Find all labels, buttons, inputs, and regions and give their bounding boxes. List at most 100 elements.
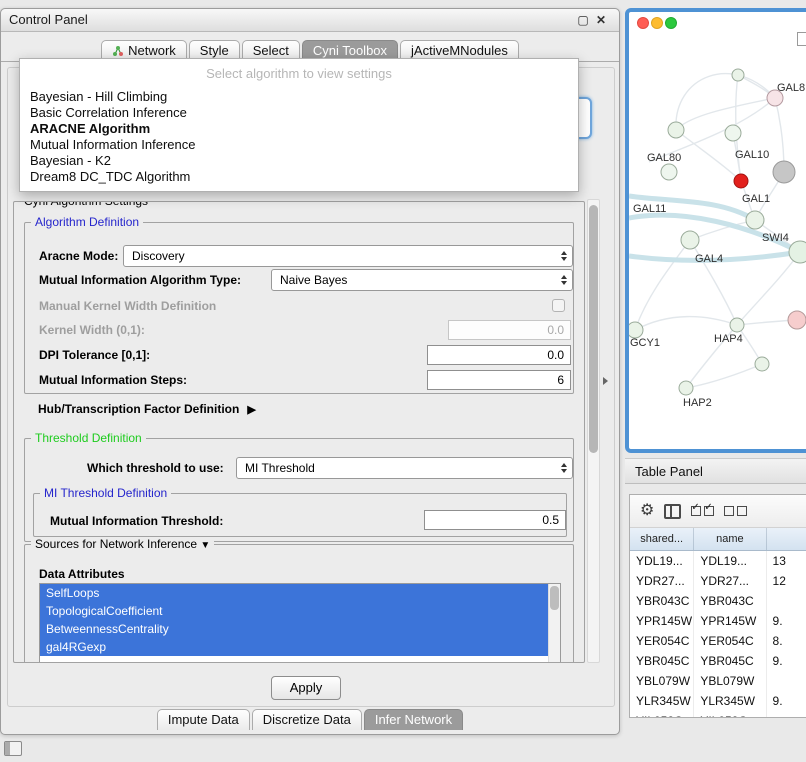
menu-item-basic-correlation[interactable]: Basic Correlation Inference (20, 105, 578, 121)
network-node[interactable] (679, 381, 693, 395)
network-node[interactable] (732, 69, 744, 81)
kernel-width-field[interactable]: 0.0 (448, 320, 571, 340)
column-header-cut[interactable] (767, 528, 806, 550)
close-icon[interactable]: ✕ (593, 12, 609, 28)
apply-button[interactable]: Apply (271, 676, 341, 700)
network-node[interactable] (789, 241, 806, 263)
node-label: GAL80 (647, 152, 681, 164)
mi-threshold-field[interactable]: 0.5 (424, 510, 566, 530)
control-panel-titlebar[interactable]: Control Panel ▢ ✕ (1, 9, 619, 32)
table-row[interactable]: YBL079WYBL079W (630, 671, 806, 691)
tab-infer-network[interactable]: Infer Network (364, 709, 463, 730)
settings-scrollbar[interactable] (587, 199, 600, 663)
dpi-tolerance-field[interactable]: 0.0 (427, 345, 571, 365)
network-node[interactable] (773, 161, 795, 183)
table-cell: YER054C (630, 631, 694, 651)
cyni-algorithm-settings-group: Cyni Algorithm Settings Algorithm Defini… (13, 201, 585, 663)
column-header-shared-name[interactable]: shared... (630, 528, 694, 550)
table-cell: YPR145W (694, 611, 766, 631)
collapse-down-icon[interactable]: ▼ (200, 540, 210, 551)
table-cell: YIL052C (694, 711, 766, 718)
dropdown-prompt: Select algorithm to view settings (20, 63, 578, 89)
gear-icon[interactable]: ⚙ (640, 503, 654, 519)
selected-value: Naive Bayes (280, 273, 347, 287)
menu-item-bayesian-k2[interactable]: Bayesian - K2 (20, 153, 578, 169)
sources-collapser[interactable]: Sources for Network Inference ▼ (31, 537, 214, 551)
node-label: GAL11 (633, 203, 666, 215)
network-node[interactable] (746, 211, 764, 229)
menu-item-mutual-information[interactable]: Mutual Information Inference (20, 137, 578, 153)
network-node[interactable] (661, 164, 677, 180)
table-cell: YIL052C (630, 711, 694, 718)
network-node[interactable] (629, 322, 643, 338)
minimized-panel-icon[interactable] (4, 741, 22, 756)
tab-impute-data[interactable]: Impute Data (157, 709, 250, 730)
float-window-icon[interactable]: ▢ (575, 12, 591, 28)
minimize-traffic-light[interactable] (651, 17, 663, 29)
network-node[interactable] (681, 231, 699, 249)
table-header-row: shared... name (630, 528, 806, 551)
tab-label: Discretize Data (263, 710, 351, 730)
list-scrollbar-thumb[interactable] (550, 586, 559, 610)
settings-scrollbar-thumb[interactable] (589, 205, 598, 453)
list-item-betweennesscentrality[interactable]: BetweennessCentrality (40, 620, 548, 638)
aracne-mode-label: Aracne Mode: (39, 249, 118, 263)
network-node[interactable] (668, 122, 684, 138)
tab-discretize-data[interactable]: Discretize Data (252, 709, 362, 730)
network-view-window[interactable]: GAL8GAL80GAL10GAL11GAL1SWI4GAL4GCY1HAP4H… (625, 8, 806, 453)
panel-splitter-arrow[interactable] (603, 377, 608, 385)
table-row[interactable]: YBR045CYBR045C9. (630, 651, 806, 671)
expand-right-icon[interactable]: ▶ (247, 404, 255, 416)
birdseye-box[interactable] (797, 32, 806, 46)
data-attributes-list[interactable]: SelfLoops TopologicalCoefficient Between… (39, 583, 561, 663)
list-item-topologicalcoefficient[interactable]: TopologicalCoefficient (40, 602, 548, 620)
table-row[interactable]: YIL052CYIL052C (630, 711, 806, 718)
which-threshold-select[interactable]: MI Threshold (236, 457, 573, 479)
menu-item-dream8[interactable]: Dream8 DC_TDC Algorithm (20, 169, 578, 185)
node-label: GCY1 (630, 337, 660, 349)
mi-threshold-label: Mutual Information Threshold: (50, 514, 223, 528)
mi-algorithm-type-select[interactable]: Naive Bayes (271, 269, 573, 291)
table-cell: 9. (767, 651, 806, 671)
network-node[interactable] (788, 311, 806, 329)
table-row[interactable]: YLR345WYLR345W9. (630, 691, 806, 711)
node-label: GAL1 (742, 193, 770, 205)
table-cell (767, 591, 806, 611)
column-header-name[interactable]: name (694, 528, 766, 550)
selected-value: Discovery (132, 249, 185, 263)
table-row[interactable]: YBR043CYBR043C (630, 591, 806, 611)
mi-steps-label: Mutual Information Steps: (39, 373, 187, 387)
deselect-all-checkboxes-icon[interactable] (724, 506, 747, 516)
network-node[interactable] (730, 318, 744, 332)
group-title: MI Threshold Definition (40, 486, 171, 500)
aracne-mode-select[interactable]: Discovery (123, 245, 573, 267)
hub-definition-expander[interactable]: Hub/Transcription Factor Definition▶ (38, 402, 256, 416)
table-cell: YLR345W (630, 691, 694, 711)
control-panel-window: Control Panel ▢ ✕ Network Style Select C… (0, 8, 620, 735)
select-all-checkboxes-icon[interactable] (691, 506, 714, 516)
manual-kernel-width-checkbox[interactable] (552, 299, 565, 312)
bottom-tabs: Impute Data Discretize Data Infer Networ… (1, 709, 619, 730)
network-graph[interactable]: GAL8GAL80GAL10GAL11GAL1SWI4GAL4GCY1HAP4H… (629, 12, 806, 441)
list-item-selfloops[interactable]: SelfLoops (40, 584, 548, 602)
mi-threshold-definition-group: MI Threshold Definition Mutual Informati… (33, 493, 567, 537)
list-item-gal4rgexp[interactable]: gal4RGexp (40, 638, 548, 656)
table-row[interactable]: YDL19...YDL19...13 (630, 551, 806, 571)
network-node[interactable] (725, 125, 741, 141)
close-traffic-light[interactable] (637, 17, 649, 29)
table-row[interactable]: YER054CYER054C8. (630, 631, 806, 651)
list-scrollbar[interactable] (548, 584, 560, 662)
table-cell: YBR043C (694, 591, 766, 611)
mi-steps-field[interactable]: 6 (427, 370, 571, 390)
menu-item-aracne[interactable]: ARACNE Algorithm (20, 121, 578, 137)
zoom-traffic-light[interactable] (665, 17, 677, 29)
columns-icon[interactable] (664, 504, 681, 519)
network-node[interactable] (734, 174, 748, 188)
menu-item-bayesian-hill-climbing[interactable]: Bayesian - Hill Climbing (20, 89, 578, 105)
data-attributes-label: Data Attributes (39, 567, 125, 581)
table-row[interactable]: YPR145WYPR145W9. (630, 611, 806, 631)
node-label: HAP4 (714, 333, 743, 345)
network-node[interactable] (755, 357, 769, 371)
dpi-tolerance-label: DPI Tolerance [0,1]: (39, 348, 150, 362)
table-row[interactable]: YDR27...YDR27...12 (630, 571, 806, 591)
